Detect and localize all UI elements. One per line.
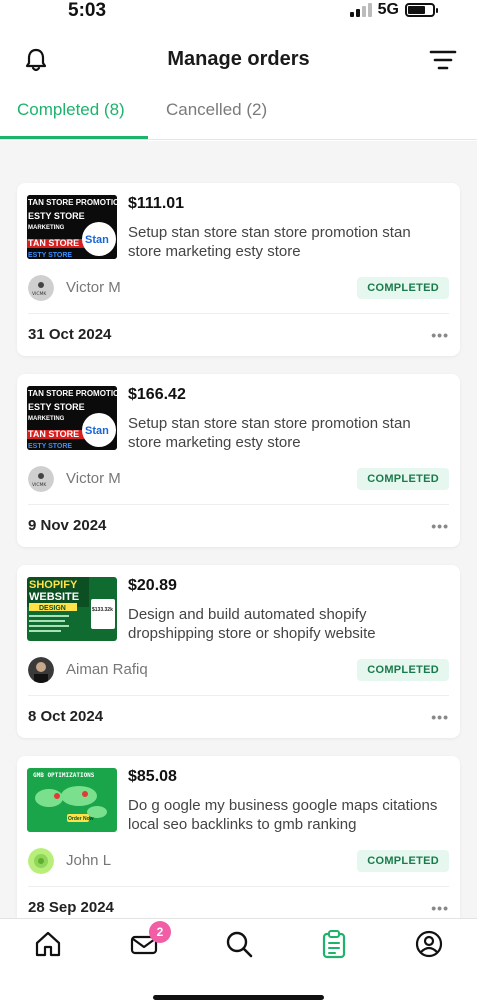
status-bar: 5:03 5G [0, 0, 477, 24]
order-date: 9 Nov 2024 [28, 517, 107, 534]
divider [28, 695, 449, 696]
order-tabs: Completed (8) Cancelled (2) [0, 92, 477, 140]
more-options-icon[interactable]: ••• [431, 327, 449, 343]
avatar: VICMK [28, 275, 54, 301]
order-date: 28 Sep 2024 [28, 899, 114, 916]
avatar: VICMK [28, 466, 54, 492]
seller-name: Victor M [66, 279, 121, 296]
active-tab-indicator [0, 136, 148, 139]
order-card[interactable]: TAN STORE PROMOTION ESTY STORE MARKETING… [17, 183, 460, 356]
app-header: Manage orders [0, 40, 477, 84]
thumb-text: ESTY STORE [28, 211, 85, 221]
order-price: $85.08 [128, 768, 177, 785]
thumb-text: TAN STORE [28, 429, 79, 439]
order-date: 8 Oct 2024 [28, 708, 104, 725]
tab-cancelled[interactable]: Cancelled (2) [166, 100, 267, 120]
more-options-icon[interactable]: ••• [431, 900, 449, 916]
order-price: $166.42 [128, 386, 186, 403]
thumb-text: GMB OPTIMIZATIONS [33, 772, 95, 779]
thumb-text: TAN STORE PROMOTION [28, 198, 117, 207]
status-badge: COMPLETED [357, 850, 449, 872]
search-icon[interactable] [224, 929, 254, 959]
home-icon[interactable] [33, 929, 63, 959]
status-indicators: 5G [349, 1, 438, 19]
more-options-icon[interactable]: ••• [431, 518, 449, 534]
thumb-text: ESTY STORE [28, 252, 72, 259]
divider [28, 886, 449, 887]
order-price: $111.01 [128, 195, 185, 212]
profile-icon[interactable] [414, 929, 444, 959]
home-indicator[interactable] [153, 995, 324, 1000]
thumb-text: $133.32k [92, 607, 113, 613]
seller-name: John L [66, 852, 112, 869]
order-date: 31 Oct 2024 [28, 326, 112, 343]
order-description: Do g oogle my business google maps citat… [128, 797, 438, 833]
gig-thumbnail: GMB OPTIMIZATIONS Order Now [27, 768, 117, 832]
thumb-text: MARKETING [28, 416, 65, 422]
tab-completed[interactable]: Completed (8) [17, 100, 125, 120]
svg-text:VICMK: VICMK [32, 291, 47, 297]
thumb-text: SHOPIFY [29, 579, 78, 591]
gig-thumbnail: TAN STORE PROMOTION ESTY STORE MARKETING… [27, 195, 117, 259]
thumb-text: ESTY STORE [28, 443, 72, 450]
order-price: $20.89 [128, 577, 177, 594]
thumb-text: DESIGN [39, 605, 66, 612]
more-options-icon[interactable]: ••• [431, 709, 449, 725]
status-time: 5:03 [68, 0, 107, 21]
order-card[interactable]: TAN STORE PROMOTIO ESTY STORE MARKETING … [17, 374, 460, 547]
order-description: Design and build automated shopify drops… [128, 606, 376, 642]
svg-text:VICMK: VICMK [32, 482, 47, 488]
thumb-text: TAN STORE [28, 238, 79, 248]
thumb-logo: Stan [85, 234, 109, 246]
order-description: Setup stan store stan store promotion st… [128, 224, 411, 260]
gig-thumbnail: SHOPIFY WEBSITE DESIGN $133.32k [27, 577, 117, 641]
seller-name: Victor M [66, 470, 121, 487]
thumb-text: WEBSITE [29, 591, 79, 603]
thumb-text: MARKETING [28, 225, 65, 231]
signal-icon [349, 3, 372, 17]
gig-thumbnail: TAN STORE PROMOTIO ESTY STORE MARKETING … [27, 386, 117, 450]
seller-name: Aiman Rafiq [66, 661, 148, 678]
unread-badge: 2 [149, 921, 171, 943]
status-badge: COMPLETED [357, 659, 449, 681]
thumb-text: Order Now [68, 816, 94, 822]
thumb-logo: Stan [85, 425, 109, 437]
network-type: 5G [377, 1, 399, 18]
bottom-nav: 2 [0, 918, 477, 1000]
filter-icon[interactable] [429, 48, 457, 72]
order-description: Setup stan store stan store promotion st… [128, 415, 411, 451]
thumb-text: TAN STORE PROMOTIO [28, 389, 117, 398]
order-card[interactable]: GMB OPTIMIZATIONS Order Now $85.08 Do g … [17, 756, 460, 918]
thumb-text: ESTY STORE [28, 402, 85, 412]
order-card[interactable]: SHOPIFY WEBSITE DESIGN $133.32k $20.89 D… [17, 565, 460, 738]
avatar [28, 848, 54, 874]
status-badge: COMPLETED [357, 468, 449, 490]
battery-icon [405, 3, 438, 17]
divider [28, 313, 449, 314]
orders-list[interactable]: TAN STORE PROMOTION ESTY STORE MARKETING… [0, 141, 477, 918]
status-badge: COMPLETED [357, 277, 449, 299]
avatar [28, 657, 54, 683]
page-title: Manage orders [167, 48, 310, 70]
divider [28, 504, 449, 505]
orders-icon[interactable] [319, 929, 349, 959]
